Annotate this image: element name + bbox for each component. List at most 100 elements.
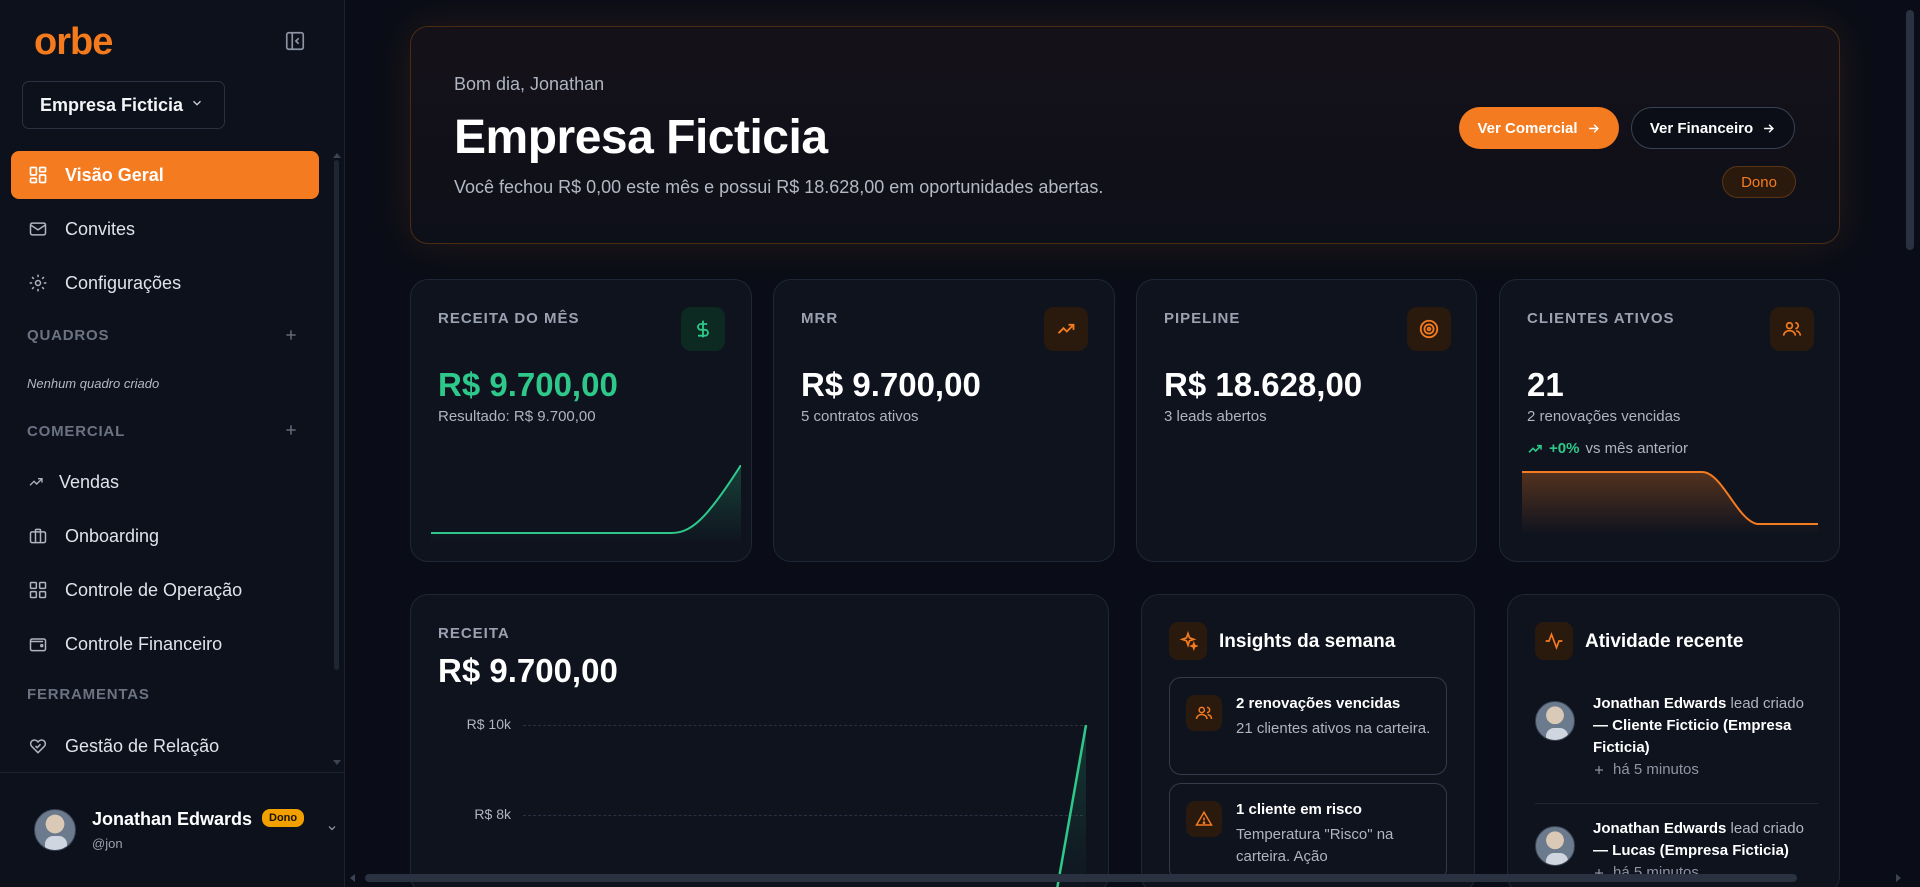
- kpi-sub: 2 renovações vencidas: [1527, 408, 1681, 425]
- insights-card: Insights da semana 2 renovações vencidas…: [1141, 594, 1475, 887]
- sidebar-scroll-down[interactable]: [333, 760, 341, 765]
- insight-title: 2 renovações vencidas: [1236, 695, 1401, 712]
- nav-item-vendas[interactable]: Vendas: [11, 458, 319, 506]
- comercial-nav: Vendas Onboarding Controle de Operação C…: [11, 458, 319, 674]
- kpi-card-clientes: CLIENTES ATIVOS 21 2 renovações vencidas…: [1499, 279, 1840, 562]
- h-scroll-right[interactable]: [1896, 874, 1901, 882]
- kpi-value: R$ 18.628,00: [1164, 366, 1363, 403]
- main-scrollbar[interactable]: [1906, 10, 1914, 250]
- arrow-right-icon: [1764, 123, 1775, 133]
- activity-actor: Jonathan Edwards: [1593, 820, 1727, 837]
- nav-label: Vendas: [59, 471, 120, 492]
- revenue-value: R$ 9.700,00: [438, 652, 618, 689]
- trending-up-icon: [29, 478, 43, 486]
- time-label: há 5 minutos: [1613, 761, 1699, 778]
- nav-item-convites[interactable]: Convites: [11, 205, 319, 253]
- user-role-badge: Dono: [262, 809, 305, 827]
- hero-summary: Você fechou R$ 0,00 este mês e possui R$…: [454, 177, 1104, 197]
- kpi-card-receita: RECEITA DO MÊS R$ 9.700,00 Resultado: R$…: [410, 279, 752, 562]
- add-comercial-icon[interactable]: [283, 422, 299, 438]
- ver-comercial-button[interactable]: Ver Comercial: [1459, 107, 1619, 149]
- kpi-sub: Resultado: R$ 9.700,00: [438, 408, 596, 425]
- kpi-label: MRR: [801, 310, 839, 327]
- nav-item-configuracoes[interactable]: Configurações: [11, 259, 319, 307]
- sidebar-scrollbar[interactable]: [334, 160, 339, 670]
- revenue-label: RECEITA: [438, 625, 510, 642]
- nav-item-onboarding[interactable]: Onboarding: [11, 512, 319, 560]
- nav-label: Convites: [65, 218, 136, 239]
- activity-actor: Jonathan Edwards: [1593, 695, 1727, 712]
- nav-label: Controle de Operação: [65, 579, 243, 600]
- activity-text: Jonathan Edwards lead criado — Cliente F…: [1593, 693, 1813, 759]
- users-icon: [1186, 695, 1222, 731]
- avatar: [1535, 826, 1575, 866]
- chevron-down-icon: [193, 100, 201, 106]
- nav-label: Gestão de Relação: [65, 735, 220, 756]
- kpi-sub: 3 leads abertos: [1164, 408, 1267, 425]
- insight-body: 21 clientes ativos na carteira.: [1236, 720, 1431, 737]
- nav-label: Controle Financeiro: [65, 633, 223, 654]
- kpi-card-pipeline: PIPELINE R$ 18.628,00 3 leads abertos: [1136, 279, 1477, 562]
- logo-text: orbe: [34, 20, 113, 63]
- dollar-icon: [681, 307, 725, 351]
- nav-item-visao-geral[interactable]: Visão Geral: [11, 151, 319, 199]
- alert-icon: [1186, 801, 1222, 837]
- horizontal-scrollbar[interactable]: [365, 874, 1797, 882]
- kpi-trend: +0% vs mês anterior: [1527, 440, 1688, 457]
- kpi-label: CLIENTES ATIVOS: [1527, 310, 1675, 327]
- wallet-icon: [29, 638, 47, 652]
- gridline: [523, 815, 1083, 816]
- greeting: Bom dia, Jonathan: [454, 74, 605, 94]
- activity-time: há 5 minutos: [1593, 761, 1699, 778]
- insight-item[interactable]: 1 cliente em risco Temperatura "Risco" n…: [1169, 783, 1447, 881]
- gridline: [523, 725, 1083, 726]
- kpi-value: 21: [1527, 366, 1564, 403]
- insight-body: Temperatura "Risco" na carteira. Ação: [1236, 826, 1394, 865]
- clientes-sparkline: [1522, 471, 1818, 534]
- workspace-name: Empresa Ficticia: [40, 94, 184, 115]
- button-label: Ver Comercial: [1477, 119, 1578, 137]
- activity-icon: [1535, 622, 1573, 660]
- chevron-down-icon[interactable]: [326, 822, 338, 834]
- section-quadros: QUADROS: [27, 327, 110, 344]
- revenue-card: RECEITA R$ 9.700,00 R$ 10k R$ 8k: [410, 594, 1109, 887]
- trend-text: vs mês anterior: [1585, 440, 1688, 457]
- user-name: Jonathan Edwards: [92, 809, 253, 829]
- nav-label: Visão Geral: [65, 164, 164, 185]
- kpi-label: PIPELINE: [1164, 310, 1241, 327]
- nav-item-controle-financeiro[interactable]: Controle Financeiro: [11, 620, 319, 668]
- button-label: Ver Financeiro: [1649, 119, 1754, 137]
- role-badge: Dono: [1722, 166, 1796, 198]
- sidebar-scroll-up[interactable]: [333, 153, 341, 158]
- briefcase-icon: [29, 528, 47, 544]
- activity-target: — Cliente Ficticio (Empresa Ficticia): [1593, 717, 1792, 756]
- sparkle-icon: [1169, 622, 1207, 660]
- h-scroll-left[interactable]: [350, 874, 355, 882]
- revenue-line: [1056, 725, 1088, 887]
- trend-value: +0%: [1549, 440, 1580, 457]
- workspace-selector[interactable]: Empresa Ficticia: [22, 81, 225, 129]
- add-quadro-icon[interactable]: [283, 327, 299, 343]
- nav-item-gestao-relacao[interactable]: Gestão de Relação: [11, 722, 319, 770]
- section-comercial: COMERCIAL: [27, 423, 126, 440]
- page-title: Empresa Ficticia: [454, 111, 828, 164]
- nav-label: Configurações: [65, 272, 182, 293]
- mail-icon: [29, 222, 47, 236]
- orbe-logo[interactable]: orbe: [34, 20, 113, 63]
- activity-target: — Lucas (Empresa Ficticia): [1593, 842, 1789, 859]
- sidebar: orbe Empresa Ficticia Visão Geral Convit…: [0, 0, 345, 887]
- activity-action: lead criado: [1730, 695, 1804, 712]
- insight-item[interactable]: 2 renovações vencidas 21 clientes ativos…: [1169, 677, 1447, 775]
- insights-title: Insights da semana: [1219, 631, 1396, 652]
- nav-item-controle-operacao[interactable]: Controle de Operação: [11, 566, 319, 614]
- ver-financeiro-button[interactable]: Ver Financeiro: [1631, 107, 1795, 149]
- plus-icon: [1595, 765, 1603, 774]
- kpi-value: R$ 9.700,00: [801, 366, 981, 403]
- kpi-sub: 5 contratos ativos: [801, 408, 919, 425]
- ferramentas-nav: Gestão de Relação: [11, 722, 319, 776]
- sidebar-collapse-icon[interactable]: [283, 30, 307, 52]
- grid-icon: [29, 166, 47, 184]
- handshake-icon: [29, 739, 47, 754]
- gear-icon: [29, 274, 47, 292]
- kpi-card-mrr: MRR R$ 9.700,00 5 contratos ativos: [773, 279, 1115, 562]
